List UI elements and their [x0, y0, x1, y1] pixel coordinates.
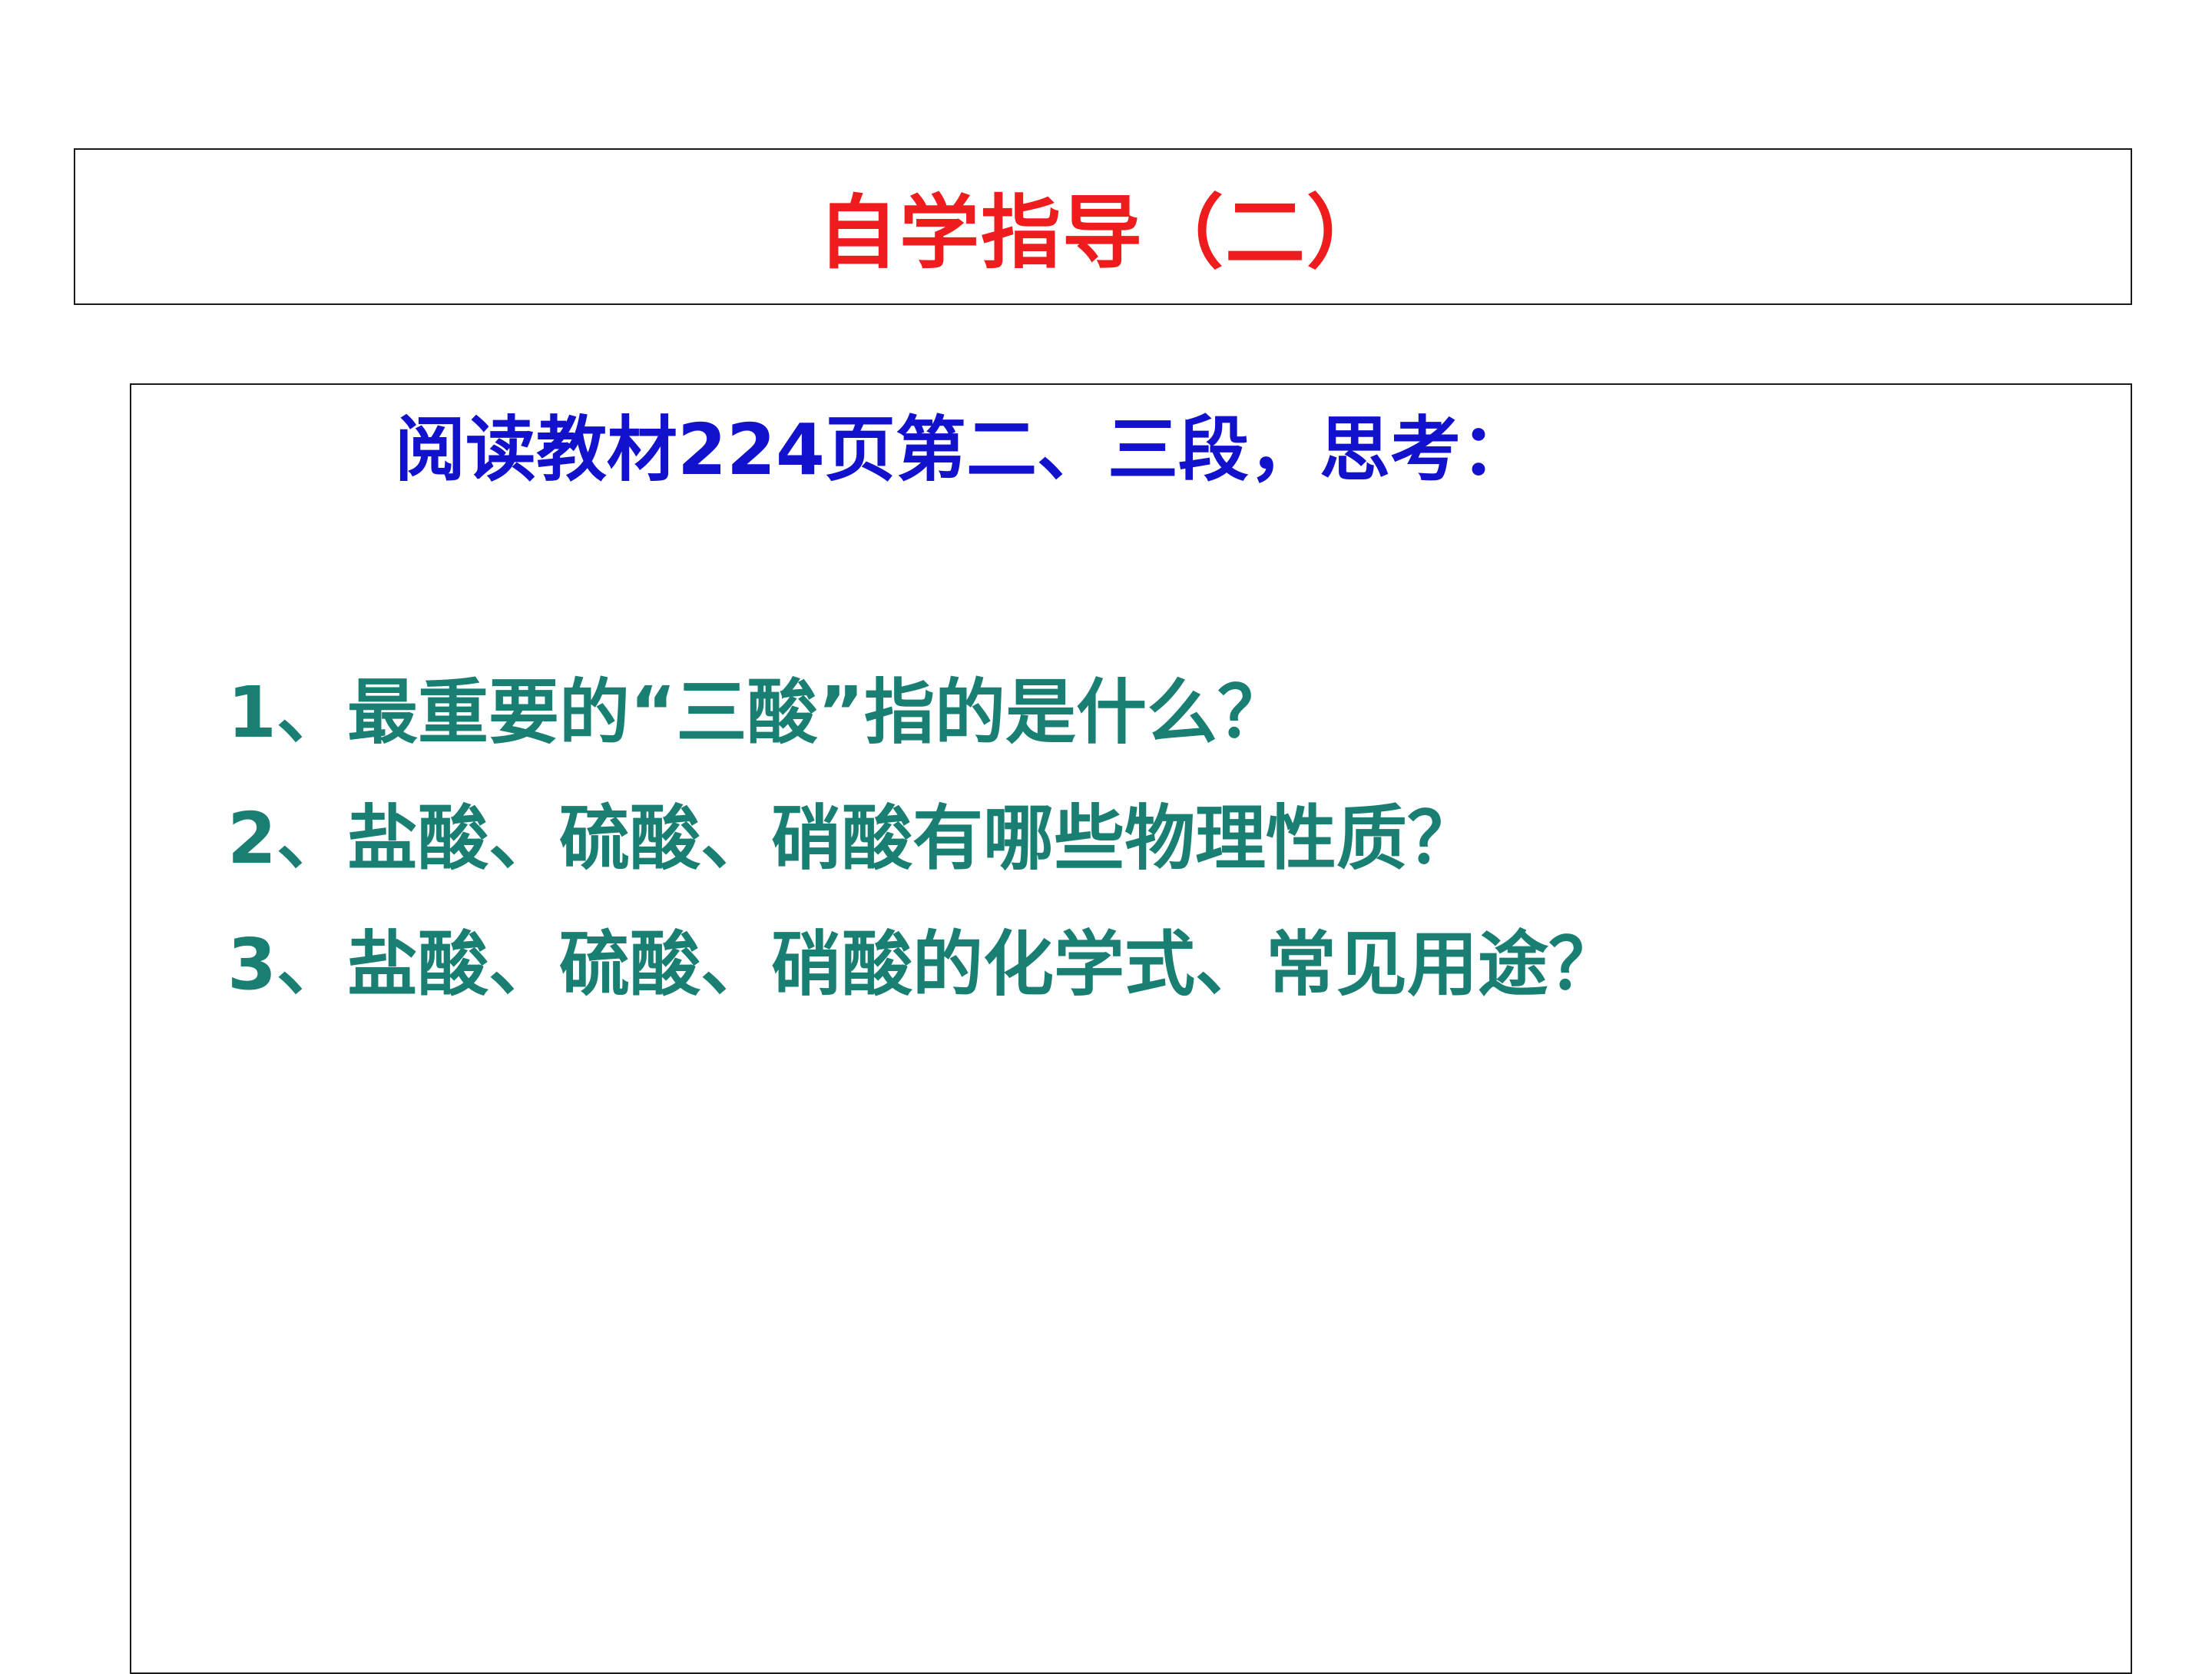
slide-title: 自学指导（二） — [817, 186, 1388, 280]
reading-instruction: 阅读教材224页第二、三段，思考： — [395, 409, 1532, 491]
question-item-1: 1、最重要的“三酸”指的是什么？ — [227, 671, 1288, 754]
question-list: 1、最重要的“三酸”指的是什么？ 2、盐酸、硫酸、硝酸有哪些物理性质？ 3、盐酸… — [227, 650, 1619, 1028]
question-item-3: 3、盐酸、硫酸、硝酸的化学式、常见用途？ — [227, 923, 1620, 1006]
content-box: 阅读教材224页第二、三段，思考： 1、最重要的“三酸”指的是什么？ 2、盐酸、… — [130, 383, 2132, 1674]
question-item-2: 2、盐酸、硫酸、硝酸有哪些物理性质？ — [227, 797, 1479, 880]
title-box: 自学指导（二） — [74, 148, 2132, 305]
